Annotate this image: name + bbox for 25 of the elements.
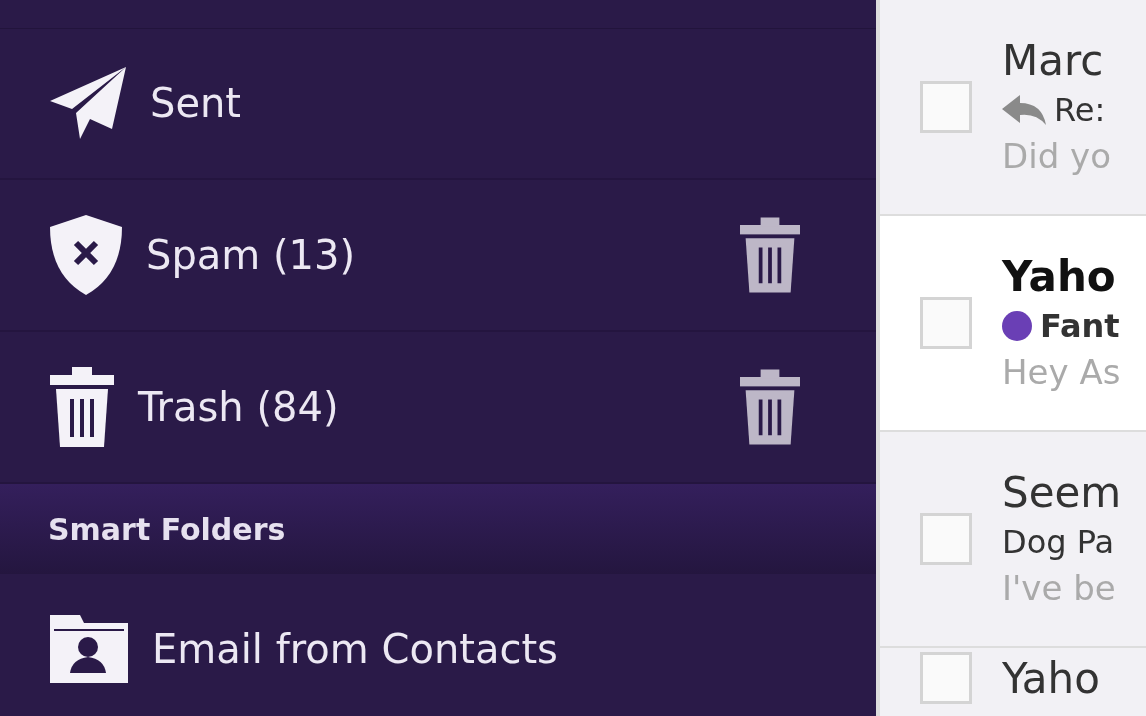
folder-item[interactable]: Email from Contacts [0,574,876,716]
checkbox[interactable] [920,652,972,704]
message-subject: Dog Pa [1002,522,1115,564]
paper-plane-icon [50,67,126,139]
trash-icon[interactable] [740,216,800,294]
message-preview: Did yo [1002,134,1111,178]
shield-x-icon [50,215,122,295]
checkbox[interactable] [920,513,972,565]
sender-name: Seem [1002,466,1122,519]
sender-name: Yaho [1002,653,1100,705]
section-title: Smart Folders [48,510,286,549]
message-subject: Re: [1054,90,1106,132]
message-preview: Hey As [1002,350,1121,394]
message-subject: Fant [1040,306,1120,348]
folder-item[interactable]: Spam (13) [0,180,876,332]
contacts-folder-icon [50,615,128,683]
message-row[interactable]: Yaho Fant Hey As [880,216,1146,432]
checkbox[interactable] [920,81,972,133]
folder-item[interactable]: Sent [0,28,876,180]
sender-name: Marc [1002,34,1105,87]
trash-icon[interactable] [740,368,800,446]
sender-name: Yaho [1002,250,1117,303]
checkbox[interactable] [920,297,972,349]
message-preview: I've be [1002,566,1117,610]
trash-icon [50,367,114,447]
